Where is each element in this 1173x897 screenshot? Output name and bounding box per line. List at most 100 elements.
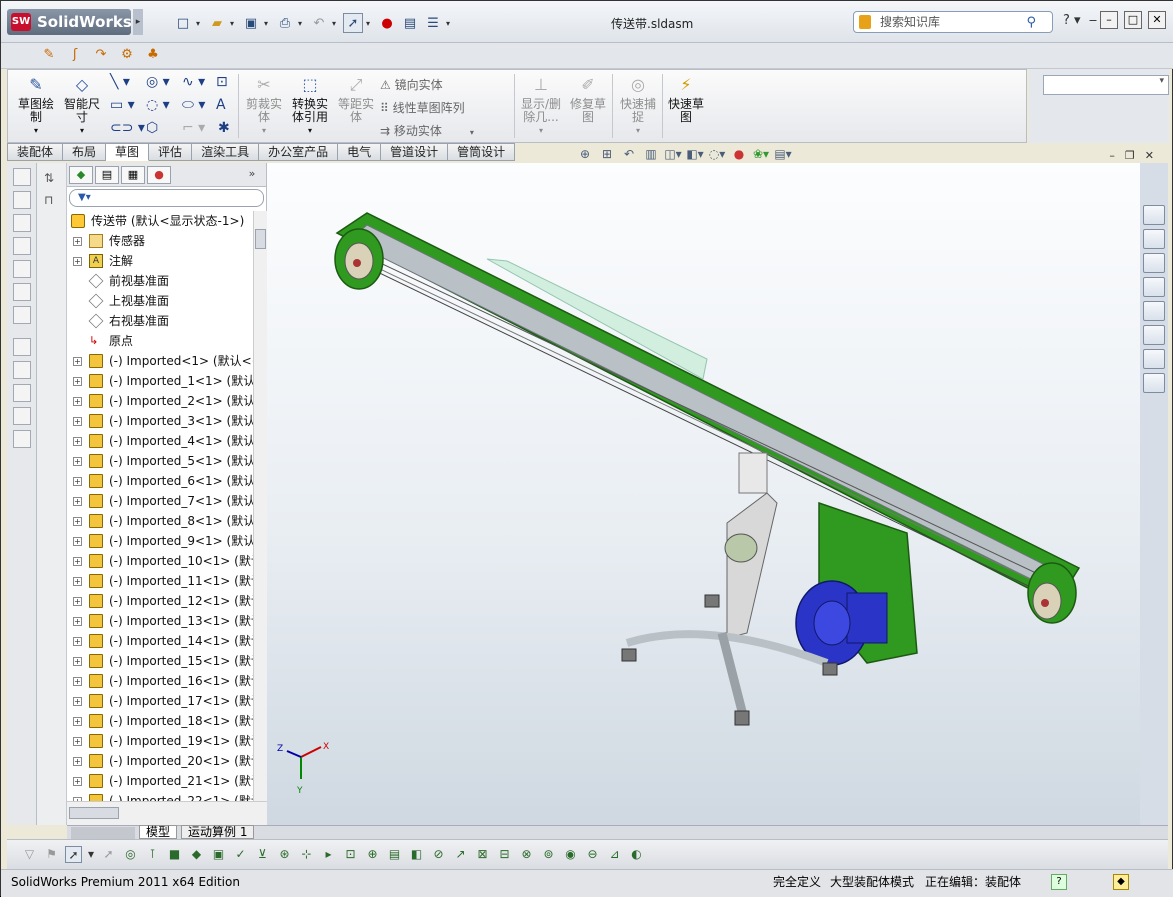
mass-properties-icon[interactable]: ◉ xyxy=(562,846,579,863)
weldment-icon[interactable]: ✎ xyxy=(39,45,59,65)
slot-icon[interactable]: ◌ ▾ xyxy=(146,97,170,113)
zoom-to-fit-icon[interactable]: ⊕ xyxy=(576,147,594,163)
move-component-icon[interactable]: ⊹ xyxy=(298,846,315,863)
save-dropdown-icon[interactable]: ▾ xyxy=(264,19,272,28)
expand-icon[interactable]: + xyxy=(73,437,82,446)
new-part-icon[interactable]: ■ xyxy=(166,846,183,863)
logo-menu-arrow[interactable]: ▸ xyxy=(133,9,143,35)
tab-0[interactable]: 装配体 xyxy=(7,143,64,161)
line-icon[interactable]: ╲ ▾ xyxy=(110,74,130,90)
isolate-icon[interactable]: ◐ xyxy=(628,846,645,863)
bill-of-materials-icon[interactable]: ◧ xyxy=(408,846,425,863)
top-view-icon[interactable] xyxy=(13,260,31,278)
displaymanager-tab-icon[interactable]: ● xyxy=(147,166,171,184)
open-dropdown-icon[interactable]: ▾ xyxy=(230,19,238,28)
tree-part-row[interactable]: + (-) Imported_3<1> (默认 xyxy=(67,411,253,431)
back-view-icon[interactable] xyxy=(13,191,31,209)
normal-to-icon[interactable] xyxy=(13,338,31,356)
tree-item[interactable]: + 传感器 xyxy=(67,231,253,251)
design-library-icon[interactable] xyxy=(1143,229,1165,249)
expand-icon[interactable]: + xyxy=(73,777,82,786)
expand-icon[interactable]: + xyxy=(73,257,82,266)
isometric-view-icon[interactable] xyxy=(13,306,31,324)
show-hidden-icon[interactable]: ▸ xyxy=(320,846,337,863)
tab-8[interactable]: 管筒设计 xyxy=(448,143,516,161)
move-entities-button[interactable]: ⇉ 移动实体 ▾ xyxy=(380,122,474,139)
new-document-icon[interactable]: □ xyxy=(173,13,193,33)
interference-icon[interactable]: ⊠ xyxy=(474,846,491,863)
expand-icon[interactable]: + xyxy=(73,377,82,386)
expand-icon[interactable]: + xyxy=(73,417,82,426)
new-dropdown-icon[interactable]: ▾ xyxy=(196,19,204,28)
step-icon[interactable]: ⊓ xyxy=(44,193,60,207)
tab-5[interactable]: 办公室产品 xyxy=(259,143,339,161)
tree-part-row[interactable]: + (-) Imported_10<1> (默认 xyxy=(67,551,253,571)
point-icon[interactable]: ✱ xyxy=(218,120,230,136)
clearance-icon[interactable]: ⊟ xyxy=(496,846,513,863)
select-dropdown-bottom-icon[interactable]: ▾ xyxy=(87,846,95,863)
tree-part-row[interactable]: + (-) Imported_14<1> (默认 xyxy=(67,631,253,651)
filter-toggle-icon[interactable]: ⚑ xyxy=(43,846,60,863)
expand-icon[interactable]: + xyxy=(73,497,82,506)
expand-panel-icon[interactable]: » xyxy=(240,166,264,184)
select-dropdown-icon[interactable]: ▾ xyxy=(366,19,374,28)
spline-icon[interactable]: ∿ ▾ xyxy=(182,74,205,90)
tree-part-row[interactable]: + (-) Imported_15<1> (默认 xyxy=(67,651,253,671)
tree-part-row[interactable]: + (-) Imported_16<1> (默认 xyxy=(67,671,253,691)
copy-with-mates-icon[interactable]: ▣ xyxy=(210,846,227,863)
explode-line-icon[interactable]: ↗ xyxy=(452,846,469,863)
configurationmanager-tab-icon[interactable]: ▦ xyxy=(121,166,145,184)
tree-part-row[interactable]: + (-) Imported_8<1> (默认 xyxy=(67,511,253,531)
new-assembly-icon[interactable]: ◆ xyxy=(188,846,205,863)
tree-item[interactable]: ↳ 原点 xyxy=(67,331,253,351)
undo-dropdown-icon[interactable]: ▾ xyxy=(332,19,340,28)
tree-part-row[interactable]: + (-) Imported_2<1> (默认 xyxy=(67,391,253,411)
tag-icon[interactable]: ◆ xyxy=(1113,874,1129,890)
expand-icon[interactable]: + xyxy=(73,677,82,686)
insert-component-icon[interactable]: ⊺ xyxy=(144,846,161,863)
configuration-dropdown[interactable]: ▾ xyxy=(1043,75,1169,95)
save-icon[interactable]: ▣ xyxy=(241,13,261,33)
smart-mate-icon[interactable]: ◎ xyxy=(122,846,139,863)
previous-view-icon[interactable]: ↶ xyxy=(620,147,638,163)
doc-minimize-button[interactable]: – xyxy=(1109,149,1115,162)
sketch-relations-icon[interactable]: ⇅ xyxy=(44,171,60,185)
section-view-icon[interactable]: ▥ xyxy=(642,147,660,163)
apply-scene-icon[interactable]: ❀▾ xyxy=(752,147,770,163)
edit-appearance-icon[interactable]: ● xyxy=(730,147,748,163)
ellipse-icon[interactable]: ⬭ ▾ xyxy=(182,97,205,113)
display-style-icon[interactable]: ◧▾ xyxy=(686,147,704,163)
zoom-to-area-icon[interactable]: ⊞ xyxy=(598,147,616,163)
offset-entities-button[interactable]: ⤢ 等距实 体 xyxy=(334,74,378,124)
undo-icon[interactable]: ↶ xyxy=(309,13,329,33)
copy-icon[interactable] xyxy=(13,407,31,425)
circle-icon[interactable]: ◎ ▾ xyxy=(146,74,170,90)
display-delete-relations-button[interactable]: ⊥ 显示/删 除几... ▾ xyxy=(516,74,566,137)
straight-slot-icon[interactable]: ⊂⊃ ▾ xyxy=(110,120,145,136)
right-view-icon[interactable] xyxy=(13,237,31,255)
hide-show-items-icon[interactable]: ◌▾ xyxy=(708,147,726,163)
expand-icon[interactable]: + xyxy=(73,237,82,246)
tab-navigation-arrows[interactable] xyxy=(71,827,135,839)
doc-restore-button[interactable]: ❐ xyxy=(1125,149,1135,162)
expand-icon[interactable]: + xyxy=(73,397,82,406)
tree-part-row[interactable]: + (-) Imported_7<1> (默认 xyxy=(67,491,253,511)
sketch-button[interactable]: ✎ 草图绘 制 ▾ xyxy=(14,74,58,137)
solidworks-resources-icon[interactable] xyxy=(1143,205,1165,225)
tree-item[interactable]: 前视基准面 xyxy=(67,271,253,291)
solidworks-logo[interactable]: SW SolidWorks xyxy=(7,9,132,35)
view-palette-icon[interactable] xyxy=(1143,277,1165,297)
file-properties-icon[interactable]: ▤ xyxy=(400,13,420,33)
measure-icon[interactable]: ⊚ xyxy=(540,846,557,863)
tab-motion-study[interactable]: 运动算例 1 xyxy=(181,825,255,839)
smart-fasteners-icon[interactable]: ⊛ xyxy=(276,846,293,863)
expand-icon[interactable]: + xyxy=(73,537,82,546)
tree-horizontal-scrollbar[interactable] xyxy=(67,801,267,825)
tree-part-row[interactable]: + (-) Imported_19<1> (默认 xyxy=(67,731,253,751)
bottom-view-icon[interactable] xyxy=(13,283,31,301)
search-input[interactable]: 搜索知识库 ⚲ xyxy=(853,11,1053,33)
rapid-sketch-button[interactable]: ⚡ 快速草 图 xyxy=(664,74,708,124)
view-settings-icon[interactable]: ▤▾ xyxy=(774,147,792,163)
tree-part-row[interactable]: + (-) Imported_13<1> (默认 xyxy=(67,611,253,631)
doc-close-button[interactable]: ✕ xyxy=(1145,149,1154,162)
